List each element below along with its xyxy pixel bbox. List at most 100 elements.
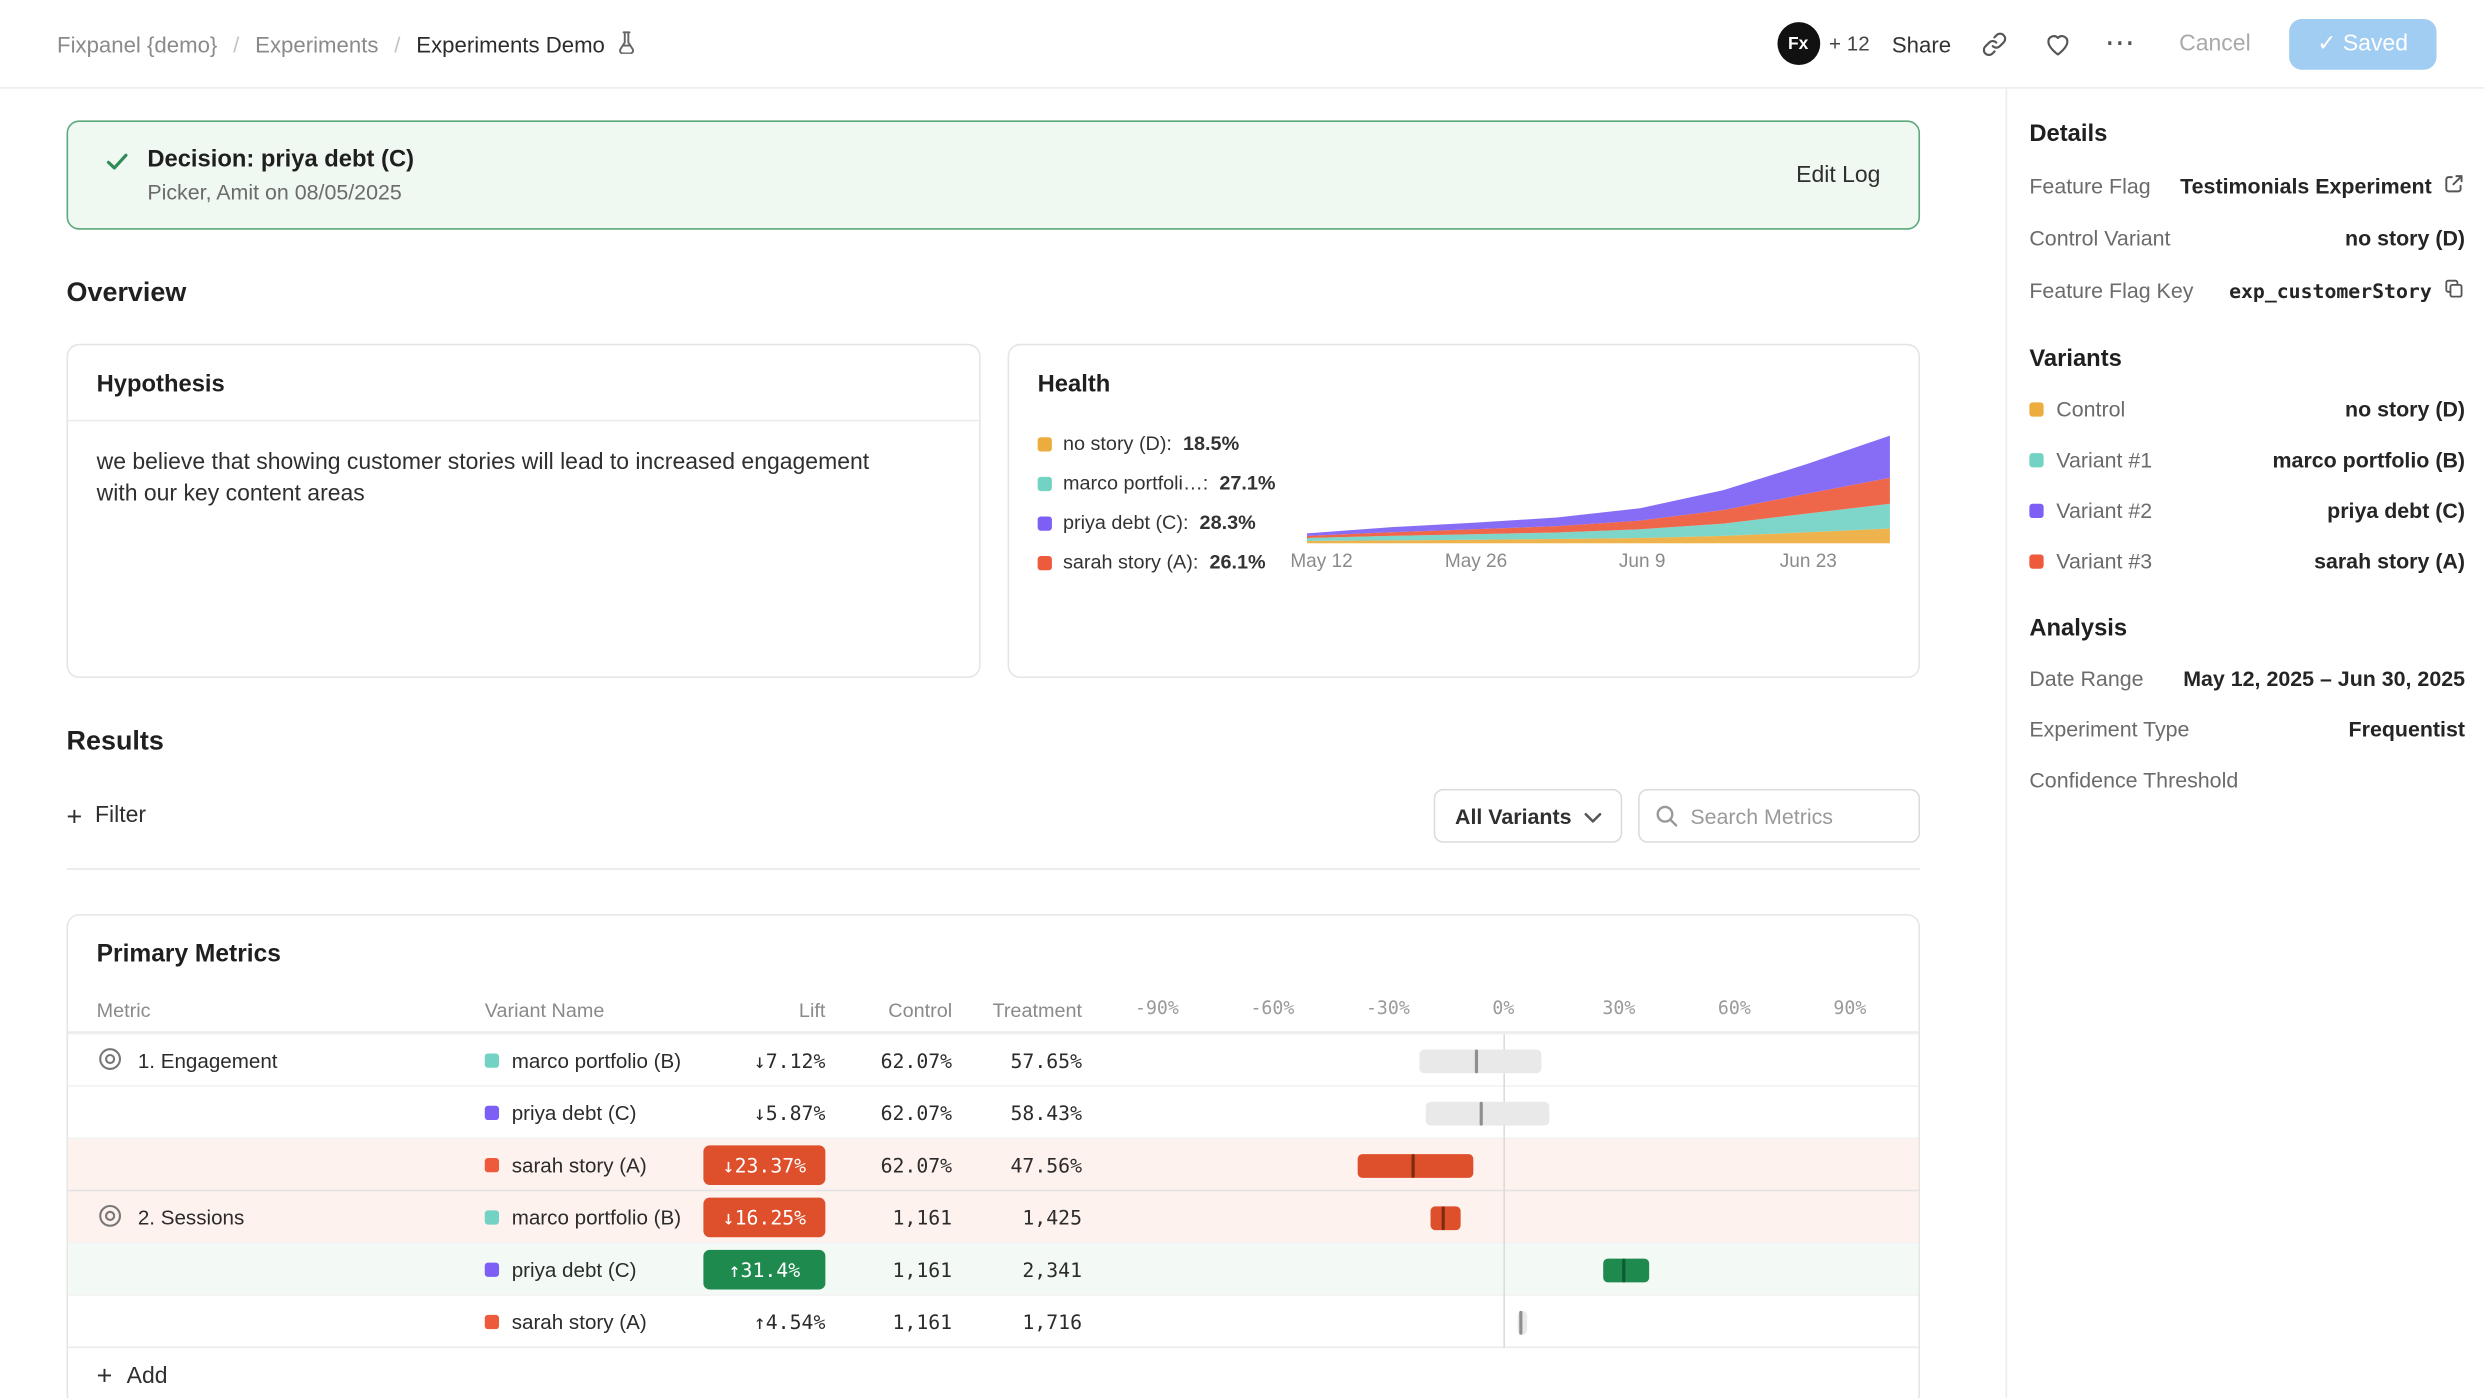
- lift-value: ↓7.12%: [703, 1041, 825, 1081]
- control-value: 62.07%: [825, 1049, 952, 1073]
- variant-label: Control: [2056, 398, 2125, 422]
- breadcrumb-current[interactable]: Experiments Demo: [416, 29, 638, 58]
- legend-label: sarah story (A):: [1063, 551, 1198, 573]
- variant-color-swatch: [485, 1053, 499, 1067]
- control-value: 1,161: [825, 1206, 952, 1230]
- variants-dropdown[interactable]: All Variants: [1434, 789, 1622, 843]
- variant-name: sarah story (A): [512, 1153, 647, 1177]
- cancel-button[interactable]: Cancel: [2163, 21, 2266, 65]
- breadcrumb-separator: /: [233, 31, 239, 56]
- chevron-down-icon: [1584, 804, 1601, 828]
- details-title: Details: [2029, 120, 2465, 147]
- hypothesis-body: we believe that showing customer stories…: [68, 421, 923, 536]
- variant-color-swatch: [2029, 554, 2043, 568]
- variant-row: Control no story (D): [2029, 398, 2465, 422]
- add-metric-button[interactable]: + Add: [68, 1347, 1918, 1398]
- metric-row[interactable]: priya debt (C) ↑31.4% 1,161 2,341: [68, 1242, 1918, 1294]
- metric-row[interactable]: 2. Sessions marco portfolio (B) ↓16.25% …: [68, 1190, 1918, 1242]
- detail-row: Control Variant no story (D): [2029, 227, 2465, 251]
- primary-metrics-card: Primary Metrics Metric Variant Name Lift…: [67, 914, 1921, 1398]
- breadcrumb-experiments[interactable]: Experiments: [255, 31, 378, 56]
- saved-button[interactable]: ✓ Saved: [2289, 18, 2437, 69]
- health-stacked-area-chart: May 12May 26Jun 9Jun 23: [1307, 426, 1890, 588]
- lift-value: ↓5.87%: [703, 1093, 825, 1133]
- collaborator-count[interactable]: + 12: [1829, 32, 1870, 56]
- share-button[interactable]: Share: [1892, 31, 1951, 56]
- column-lift: Lift: [703, 999, 825, 1021]
- favorite-heart-icon[interactable]: [2037, 23, 2078, 64]
- legend-swatch: [1038, 476, 1052, 490]
- overview-cards: Hypothesis we believe that showing custo…: [67, 344, 1921, 678]
- analysis-label: Date Range: [2029, 667, 2143, 691]
- lift-value: ↑31.4%: [703, 1250, 825, 1290]
- variant-value: sarah story (A): [2314, 550, 2465, 574]
- metric-row[interactable]: priya debt (C) ↓5.87% 62.07% 58.43%: [68, 1085, 1918, 1137]
- link-icon[interactable]: [1973, 23, 2014, 64]
- metric-row[interactable]: sarah story (A) ↑4.54% 1,161 1,716: [68, 1294, 1918, 1346]
- more-options-icon[interactable]: ⋯: [2100, 23, 2141, 64]
- metric-row[interactable]: sarah story (A) ↓23.37% 62.07% 47.56%: [68, 1137, 1918, 1189]
- check-icon: [106, 150, 128, 204]
- control-value: 62.07%: [825, 1153, 952, 1177]
- experiment-type-value: Frequentist: [2349, 718, 2465, 742]
- confidence-interval-cell: [1082, 1244, 1918, 1296]
- variant-color-swatch: [485, 1106, 499, 1120]
- treatment-value: 1,425: [952, 1206, 1082, 1230]
- add-filter-button[interactable]: + Filter: [67, 802, 146, 829]
- detail-label: Feature Flag: [2029, 174, 2150, 198]
- health-x-label: May 26: [1445, 550, 1507, 572]
- decision-banner: Decision: priya debt (C) Picker, Amit on…: [67, 120, 1921, 229]
- lift-value: ↓23.37%: [703, 1145, 825, 1185]
- main-layout: Decision: priya debt (C) Picker, Amit on…: [0, 89, 2484, 1398]
- metric-name: 2. Sessions: [138, 1206, 244, 1230]
- metric-row[interactable]: 1. Engagement marco portfolio (B) ↓7.12%…: [68, 1033, 1918, 1085]
- treatment-value: 1,716: [952, 1310, 1082, 1334]
- median-tick: [1412, 1153, 1415, 1177]
- variant-name: priya debt (C): [512, 1101, 637, 1125]
- axis-scale: -90%-60%-30%0%30%60%90%: [1082, 989, 1918, 1032]
- breadcrumb-workspace[interactable]: Fixpanel {demo}: [57, 31, 217, 56]
- axis-tick-label: 60%: [1718, 996, 1751, 1018]
- top-bar-actions: Fx + 12 Share ⋯ Cancel ✓ Saved: [1777, 18, 2437, 69]
- search-icon: [1654, 803, 1679, 828]
- legend-item: no story (D): 18.5%: [1038, 432, 1307, 454]
- search-metrics-input[interactable]: [1638, 789, 1920, 843]
- avatar[interactable]: Fx: [1777, 22, 1820, 65]
- filter-label: Filter: [95, 803, 146, 828]
- treatment-value: 47.56%: [952, 1153, 1082, 1177]
- target-icon: [97, 1202, 124, 1234]
- external-link-icon[interactable]: [2443, 173, 2465, 200]
- table-header: Metric Variant Name Lift Control Treatme…: [68, 989, 1918, 1033]
- axis-tick-label: 0%: [1492, 996, 1514, 1018]
- axis-tick-label: 30%: [1602, 996, 1635, 1018]
- variant-name: sarah story (A): [512, 1310, 647, 1334]
- variant-row: Variant #2 priya debt (C): [2029, 499, 2465, 523]
- analysis-row: Confidence Threshold: [2029, 768, 2465, 792]
- variant-name: priya debt (C): [512, 1258, 637, 1282]
- plus-icon: +: [67, 802, 83, 829]
- control-value: 62.07%: [825, 1101, 952, 1125]
- treatment-value: 2,341: [952, 1258, 1082, 1282]
- metric-name: 1. Engagement: [138, 1049, 278, 1073]
- median-tick: [1442, 1206, 1445, 1230]
- variant-value: priya debt (C): [2327, 499, 2465, 523]
- breadcrumb: Fixpanel {demo} / Experiments / Experime…: [57, 29, 638, 58]
- variant-color-swatch: [2029, 453, 2043, 467]
- confidence-interval-cell: [1082, 1087, 1918, 1139]
- legend-item: sarah story (A): 26.1%: [1038, 551, 1307, 573]
- feature-flag-value[interactable]: Testimonials Experiment: [2180, 174, 2432, 198]
- legend-swatch: [1038, 436, 1052, 450]
- detail-label: Control Variant: [2029, 227, 2170, 251]
- copy-icon[interactable]: [2443, 277, 2465, 304]
- variants-section: Variants Control no story (D) Variant #1…: [2029, 345, 2465, 573]
- edit-log-button[interactable]: Edit Log: [1796, 162, 1880, 187]
- variant-name: marco portfolio (B): [512, 1206, 681, 1230]
- decision-title: Decision: priya debt (C): [147, 146, 414, 173]
- confidence-interval-cell: [1082, 1296, 1918, 1348]
- lift-value: ↓16.25%: [703, 1198, 825, 1238]
- variant-value: marco portfolio (B): [2273, 448, 2465, 472]
- analysis-section: Analysis Date Range May 12, 2025 – Jun 3…: [2029, 615, 2465, 792]
- control-variant-value: no story (D): [2345, 227, 2465, 251]
- results-toolbar: + Filter All Variants: [67, 789, 1921, 843]
- analysis-row: Date Range May 12, 2025 – Jun 30, 2025: [2029, 667, 2465, 691]
